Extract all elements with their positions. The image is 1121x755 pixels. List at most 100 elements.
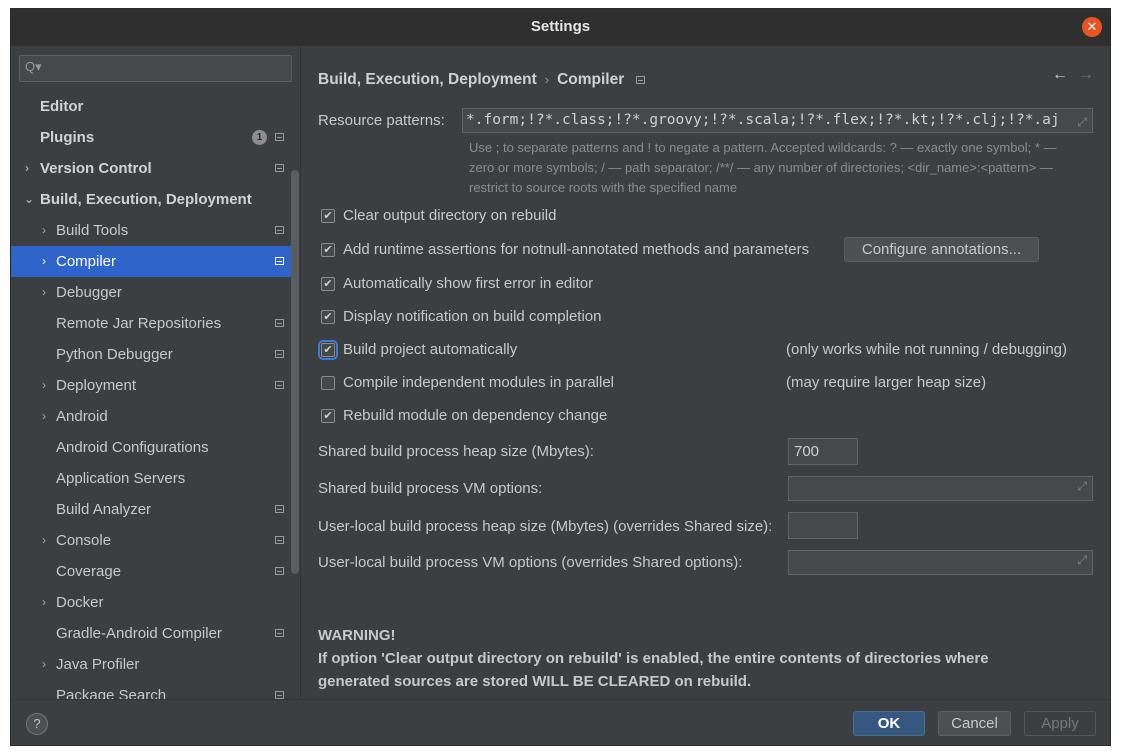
expand-icon[interactable]: ⤢: [1077, 479, 1087, 494]
apply-button[interactable]: Apply: [1024, 711, 1096, 736]
sidebar-item-deployment[interactable]: › Deployment: [11, 370, 291, 401]
sidebar-item-label: Debugger: [56, 284, 122, 301]
sidebar-item-build-analyzer[interactable]: Build Analyzer: [11, 494, 291, 525]
navigation-arrows: ← →: [1052, 66, 1094, 84]
expand-icon[interactable]: ⤢: [1077, 553, 1087, 568]
sidebar-item-python-debugger[interactable]: Python Debugger: [11, 339, 291, 370]
parallel-compile-checkbox[interactable]: [321, 376, 335, 390]
breadcrumb-separator-icon: ›: [544, 72, 550, 87]
project-level-icon: [275, 257, 284, 265]
build-automatically-note: (only works while not running / debuggin…: [786, 341, 1067, 358]
sidebar-item-console[interactable]: › Console: [11, 525, 291, 556]
chevron-right-icon[interactable]: ›: [42, 649, 46, 680]
sidebar-item-plugins[interactable]: Plugins 1: [11, 122, 291, 153]
cancel-button[interactable]: Cancel: [938, 711, 1011, 736]
title-bar[interactable]: Settings ✕: [11, 9, 1110, 46]
sidebar-item-label: Build Analyzer: [56, 501, 152, 518]
project-level-icon: [275, 319, 284, 327]
sidebar-item-remote-jar-repositories[interactable]: Remote Jar Repositories: [11, 308, 291, 339]
project-level-icon: [636, 75, 646, 84]
sidebar-item-label: Python Debugger: [56, 346, 173, 363]
chevron-right-icon[interactable]: ›: [42, 370, 46, 401]
ok-button[interactable]: OK: [853, 711, 925, 736]
clear-output-checkbox[interactable]: ✔: [321, 209, 335, 223]
search-icon: Q▾: [25, 59, 42, 74]
resource-patterns-value: *.form;!?*.class;!?*.groovy;!?*.scala;!?…: [466, 112, 1060, 128]
clear-output-warning: WARNING! If option 'Clear output directo…: [318, 624, 989, 693]
build-notification-checkbox[interactable]: ✔: [321, 310, 335, 324]
sidebar-scrollbar[interactable]: [291, 170, 299, 574]
chevron-right-icon[interactable]: ›: [42, 587, 46, 618]
breadcrumb-current: Compiler: [557, 71, 625, 88]
sidebar-item-package-search[interactable]: Package Search: [11, 680, 291, 699]
sidebar-item-android-configurations[interactable]: Android Configurations: [11, 432, 291, 463]
sidebar-item-compiler[interactable]: › Compiler: [11, 246, 291, 277]
help-button[interactable]: ?: [26, 713, 48, 735]
expand-icon[interactable]: ⤢: [1077, 111, 1087, 132]
chevron-right-icon[interactable]: ›: [42, 401, 46, 432]
user-vm-options-input[interactable]: ⤢: [788, 550, 1093, 575]
sidebar-item-label: Package Search: [56, 687, 167, 699]
hint-line: restrict to source roots with the specif…: [469, 180, 738, 195]
sidebar-item-docker[interactable]: › Docker: [11, 587, 291, 618]
sidebar-item-label: Android: [56, 408, 108, 425]
project-level-icon: [275, 629, 284, 637]
sidebar-item-version-control[interactable]: › Version Control: [11, 153, 291, 184]
search-input[interactable]: Q▾: [19, 55, 292, 82]
runtime-assertions-checkbox[interactable]: ✔: [321, 243, 335, 257]
resource-patterns-input[interactable]: *.form;!?*.class;!?*.groovy;!?*.scala;!?…: [462, 108, 1093, 133]
sidebar-item-label: Coverage: [56, 563, 122, 580]
checkbox-label: Clear output directory on rebuild: [343, 207, 557, 224]
back-arrow-icon[interactable]: ←: [1052, 66, 1068, 83]
compiler-settings-panel: Build, Execution, Deployment › Compiler ← →…: [302, 46, 1110, 699]
user-heap-size-input[interactable]: [788, 512, 858, 539]
update-count-badge: 1: [252, 130, 267, 145]
breadcrumb-parent[interactable]: Build, Execution, Deployment: [318, 71, 537, 88]
sidebar-item-coverage[interactable]: Coverage: [11, 556, 291, 587]
sidebar-item-build-execution-deployment[interactable]: ⌄ Build, Execution, Deployment: [11, 184, 291, 215]
checkbox-label: Display notification on build completion: [343, 308, 602, 325]
sidebar-item-label: Application Servers: [56, 470, 186, 487]
project-level-icon: [275, 133, 284, 141]
sidebar-item-application-servers[interactable]: Application Servers: [11, 463, 291, 494]
hint-line: Use ; to separate patterns and ! to nega…: [469, 140, 1057, 155]
chevron-right-icon[interactable]: ›: [25, 153, 29, 184]
close-icon: ✕: [1086, 19, 1098, 34]
project-level-icon: [275, 567, 284, 575]
sidebar-item-java-profiler[interactable]: › Java Profiler: [11, 649, 291, 680]
rebuild-on-dependency-checkbox[interactable]: ✔: [321, 409, 335, 423]
checkbox-label: Compile independent modules in parallel: [343, 374, 615, 391]
chevron-right-icon[interactable]: ›: [42, 525, 46, 556]
sidebar-item-editor[interactable]: Editor: [11, 91, 291, 122]
user-vm-options-label: User-local build process VM options (ove…: [318, 554, 743, 571]
window-title: Settings: [530, 18, 591, 35]
configure-annotations-button[interactable]: Configure annotations...: [844, 237, 1039, 262]
forward-arrow-icon[interactable]: →: [1078, 66, 1094, 83]
chevron-down-icon[interactable]: ⌄: [24, 184, 34, 215]
sidebar-item-debugger[interactable]: › Debugger: [11, 277, 291, 308]
chevron-right-icon[interactable]: ›: [42, 246, 46, 277]
close-button[interactable]: ✕: [1082, 17, 1102, 37]
build-automatically-checkbox[interactable]: ✔: [318, 340, 338, 360]
chevron-right-icon[interactable]: ›: [42, 215, 46, 246]
checkbox-label: Rebuild module on dependency change: [343, 407, 608, 424]
project-level-icon: [275, 536, 284, 544]
sidebar-item-android[interactable]: › Android: [11, 401, 291, 432]
project-level-icon: [275, 350, 284, 358]
sidebar-item-build-tools[interactable]: › Build Tools: [11, 215, 291, 246]
chevron-right-icon[interactable]: ›: [42, 277, 46, 308]
project-level-icon: [275, 691, 284, 699]
project-level-icon: [275, 505, 284, 513]
sidebar-item-gradle-android-compiler[interactable]: Gradle-Android Compiler: [11, 618, 291, 649]
settings-sidebar: Q▾ Editor Plugins 1 › Version Control ⌄ …: [11, 46, 301, 699]
show-first-error-checkbox[interactable]: ✔: [321, 277, 335, 291]
sidebar-item-label: Android Configurations: [56, 439, 209, 456]
sidebar-item-label: Gradle-Android Compiler: [56, 625, 222, 642]
checkbox-label: Build project automatically: [343, 341, 518, 358]
vm-options-input[interactable]: ⤢: [788, 476, 1093, 501]
heap-size-input[interactable]: 700: [788, 438, 858, 465]
dialog-footer: ? OK Cancel Apply: [11, 699, 1110, 745]
sidebar-item-label: Build, Execution, Deployment: [40, 191, 252, 208]
sidebar-item-label: Java Profiler: [56, 656, 140, 673]
resource-patterns-hint: Use ; to separate patterns and ! to nega…: [469, 138, 1089, 198]
